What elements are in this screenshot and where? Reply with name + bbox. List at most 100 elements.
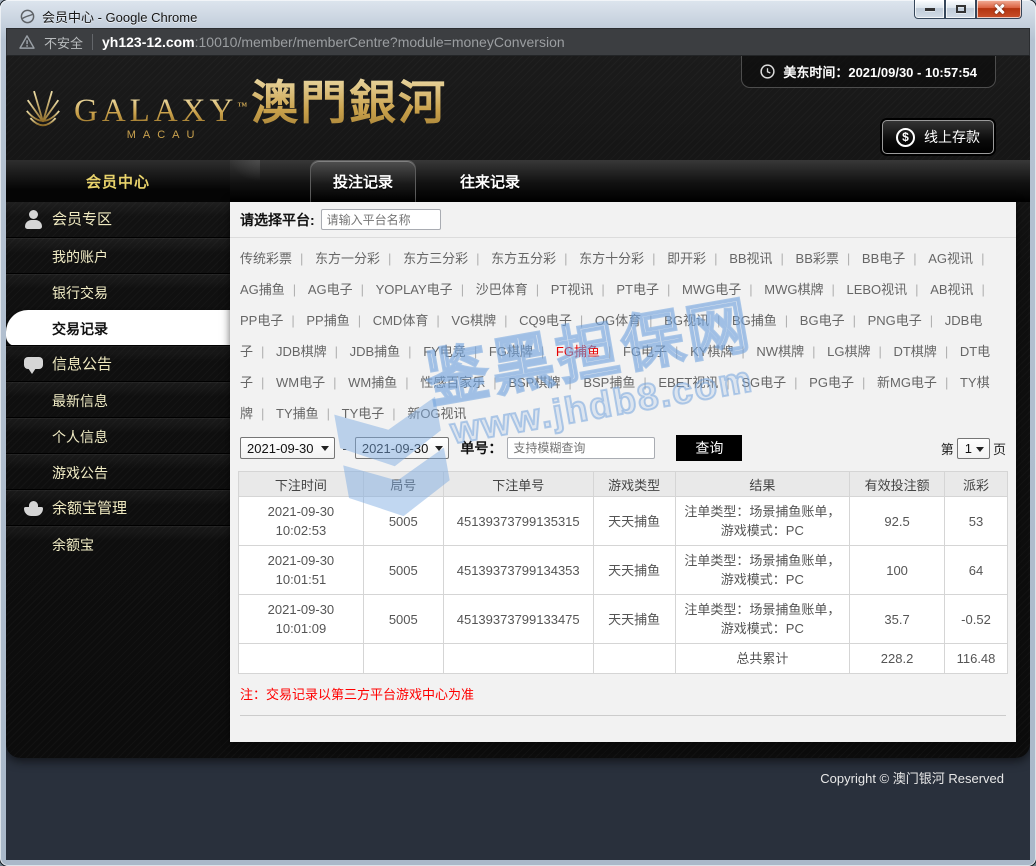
platform-link[interactable]: BB彩票: [796, 251, 839, 266]
platform-link[interactable]: JDB捕鱼: [350, 344, 401, 359]
platform-link[interactable]: 东方一分彩: [315, 251, 380, 266]
platform-entry: DT棋牌|: [893, 344, 956, 359]
sidebar-item[interactable]: 银行交易: [6, 274, 230, 310]
platform-separator: |: [358, 313, 361, 328]
platform-link[interactable]: FG棋牌: [489, 344, 533, 359]
cell-round-number: 5005: [363, 595, 443, 644]
platform-separator: |: [261, 375, 264, 390]
platform-separator: |: [474, 344, 477, 359]
platform-link[interactable]: NW棋牌: [756, 344, 804, 359]
platform-link[interactable]: AG电子: [308, 282, 353, 297]
table-header-cell: 有效投注额: [850, 472, 945, 497]
platform-link[interactable]: DT棋牌: [893, 344, 936, 359]
platform-search-input[interactable]: [321, 209, 441, 230]
tab[interactable]: 投注记录: [310, 160, 416, 202]
platform-link[interactable]: FG电子: [623, 344, 667, 359]
platform-entry: PT视讯|: [551, 282, 613, 297]
platform-link[interactable]: CQ9电子: [519, 313, 572, 328]
platform-link[interactable]: 沙巴体育: [476, 282, 528, 297]
platform-separator: |: [853, 313, 856, 328]
platform-link[interactable]: 性感百家乐: [420, 375, 485, 390]
platform-link[interactable]: BSP棋牌: [508, 375, 560, 390]
maximize-button[interactable]: [945, 0, 976, 19]
cell-bet-time: 2021-09-30 10:01:09: [239, 595, 364, 644]
sidebar-item[interactable]: 个人信息: [6, 418, 230, 454]
platform-link[interactable]: MWG电子: [682, 282, 741, 297]
platform-link[interactable]: LG棋牌: [827, 344, 870, 359]
platform-link[interactable]: PG电子: [809, 375, 854, 390]
platform-link[interactable]: AG捕鱼: [240, 282, 285, 297]
platform-link[interactable]: CMD体育: [373, 313, 429, 328]
platform-link[interactable]: PP捕鱼: [306, 313, 349, 328]
platform-link[interactable]: PT视讯: [551, 282, 594, 297]
platform-link[interactable]: JDB棋牌: [276, 344, 327, 359]
platform-link[interactable]: BG视讯: [664, 313, 709, 328]
security-label[interactable]: 不安全: [44, 33, 83, 52]
sidebar-item[interactable]: 会员专区: [6, 202, 230, 238]
sidebar-item[interactable]: 余额宝: [6, 526, 230, 562]
platform-link[interactable]: PT电子: [616, 282, 659, 297]
platform-link[interactable]: BG捕鱼: [732, 313, 777, 328]
close-button[interactable]: [976, 0, 1022, 19]
platform-link[interactable]: VG棋牌: [451, 313, 496, 328]
platform-link[interactable]: BB电子: [862, 251, 905, 266]
table-header-row: 下注时间局号下注单号游戏类型结果有效投注额派彩: [239, 472, 1008, 497]
platform-link[interactable]: 东方三分彩: [403, 251, 468, 266]
platform-link[interactable]: FG捕鱼: [556, 344, 600, 359]
platform-entry: VG棋牌|: [451, 313, 515, 328]
platform-link[interactable]: BB视讯: [729, 251, 772, 266]
order-number-input[interactable]: [507, 437, 655, 459]
deposit-button[interactable]: $ 线上存款: [882, 120, 994, 154]
cell-round-number: 5005: [363, 497, 443, 546]
date-from-select[interactable]: 2021-09-30: [240, 437, 335, 459]
window-titlebar[interactable]: 会员中心 - Google Chrome: [6, 0, 1030, 28]
cell-bet-time: [239, 644, 364, 674]
brand-text-block: GALAXY™ MACAU: [74, 95, 247, 141]
platform-link[interactable]: AG视讯: [928, 251, 973, 266]
platform-link[interactable]: MWG棋牌: [764, 282, 823, 297]
platform-link[interactable]: YOPLAY电子: [376, 282, 453, 297]
platform-link[interactable]: BG电子: [800, 313, 845, 328]
sidebar-item-label: 最新信息: [52, 393, 108, 409]
platform-link[interactable]: BSP捕鱼: [583, 375, 635, 390]
url-text[interactable]: yh123-12.com:10010/member/memberCentre?m…: [102, 34, 565, 50]
platform-link[interactable]: TY电子: [342, 406, 385, 421]
table-row: 总共累计 228.2 116.48: [239, 644, 1008, 674]
cell-game-type: 天天捕鱼: [593, 546, 675, 595]
platform-link[interactable]: SG电子: [741, 375, 786, 390]
platform-link[interactable]: LEBO视讯: [846, 282, 907, 297]
sidebar-item[interactable]: 余额宝管理: [6, 490, 230, 526]
platform-link[interactable]: EBET视讯: [658, 375, 718, 390]
tab[interactable]: 往来记录: [438, 160, 542, 202]
sidebar-item[interactable]: 我的账户: [6, 238, 230, 274]
site-logo[interactable]: GALAXY™ MACAU 澳門銀河: [16, 64, 447, 141]
search-button[interactable]: 查询: [676, 435, 742, 461]
date-to-select[interactable]: 2021-09-30: [355, 437, 450, 459]
platform-link[interactable]: FY电竞: [423, 344, 466, 359]
page-select[interactable]: 1: [957, 438, 990, 459]
platform-link[interactable]: 即开彩: [667, 251, 706, 266]
cell-bet-number: 45139373799135315: [443, 497, 593, 546]
sidebar-item[interactable]: 最新信息: [6, 382, 230, 418]
platform-link[interactable]: 东方五分彩: [491, 251, 556, 266]
platform-link[interactable]: WM电子: [276, 375, 325, 390]
platform-link[interactable]: AB视讯: [930, 282, 973, 297]
platform-link[interactable]: WM捕鱼: [348, 375, 397, 390]
platform-link[interactable]: KY棋牌: [690, 344, 733, 359]
platform-link[interactable]: PNG电子: [868, 313, 922, 328]
platform-separator: |: [580, 313, 583, 328]
sidebar-item[interactable]: 交易记录: [6, 310, 230, 346]
sidebar-item[interactable]: 信息公告: [6, 346, 230, 382]
sidebar-item[interactable]: 游戏公告: [6, 454, 230, 490]
platform-link[interactable]: 新MG电子: [877, 375, 937, 390]
minimize-button[interactable]: [914, 0, 945, 19]
address-bar[interactable]: 不安全 yh123-12.com:10010/member/memberCent…: [6, 28, 1030, 56]
platform-link[interactable]: PP电子: [240, 313, 283, 328]
platform-link[interactable]: TY捕鱼: [276, 406, 319, 421]
platform-separator: |: [847, 251, 850, 266]
platform-link[interactable]: OG体育: [595, 313, 641, 328]
url-separator: [92, 34, 93, 50]
platform-link[interactable]: 新OG视讯: [407, 406, 466, 421]
platform-link[interactable]: 东方十分彩: [579, 251, 644, 266]
platform-link[interactable]: 传统彩票: [240, 251, 292, 266]
